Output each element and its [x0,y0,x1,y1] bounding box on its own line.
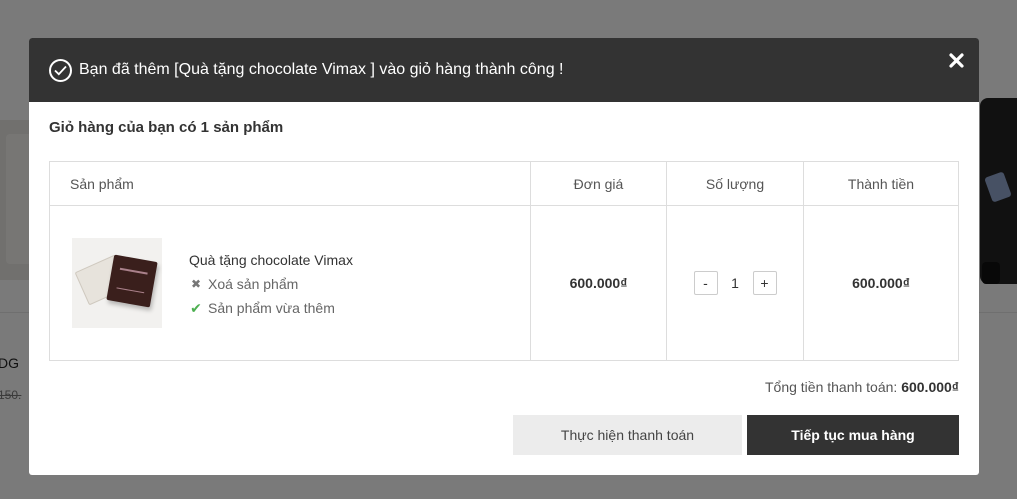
modal-header: Bạn đã thêm [Quà tặng chocolate Vimax ] … [29,38,979,102]
quantity-cell: - + [666,206,803,360]
checkout-button[interactable]: Thực hiện thanh toán [513,415,742,455]
quantity-stepper: - + [693,271,777,295]
column-header-line-total: Thành tiền [803,162,958,205]
column-header-quantity: Số lượng [666,162,803,205]
close-icon[interactable] [947,51,965,69]
modal-title: Bạn đã thêm [Quà tặng chocolate Vimax ] … [79,61,564,78]
line-total: 600.000₫ [803,206,958,360]
quantity-increase-button[interactable]: + [752,271,777,295]
product-name-link[interactable]: Quà tặng chocolate Vimax [189,252,353,268]
cart-count-heading: Giỏ hàng của bạn có 1 sản phẩm [49,119,284,136]
product-cell: Quà tặng chocolate Vimax ✖ Xoá sản phẩm … [50,206,530,360]
x-icon: ✖ [190,276,202,291]
table-header-row: Sản phẩm Đơn giá Số lượng Thành tiền [50,162,958,206]
cart-table: Sản phẩm Đơn giá Số lượng Thành tiền Quà… [49,161,959,361]
remove-item-button[interactable]: ✖ Xoá sản phẩm [189,276,353,292]
thumbnail-chocolate-box [106,254,158,308]
cart-modal: Bạn đã thêm [Quà tặng chocolate Vimax ] … [29,38,979,475]
quantity-input[interactable] [717,271,753,295]
total-value: 600.000₫ [901,379,959,395]
column-header-product: Sản phẩm [70,175,134,192]
table-row: Quà tặng chocolate Vimax ✖ Xoá sản phẩm … [50,206,958,360]
remove-item-label: Xoá sản phẩm [208,275,299,292]
order-total: Tổng tiền thanh toán: 600.000₫ [765,379,959,395]
total-label: Tổng tiền thanh toán: [764,379,898,395]
added-label: Sản phẩm vừa thêm [208,300,335,316]
column-header-unit-price: Đơn giá [530,162,666,205]
added-indicator: ✔ Sản phẩm vừa thêm [189,300,353,317]
unit-price: 600.000₫ [530,206,666,360]
quantity-decrease-button[interactable]: - [693,271,718,295]
product-info: Quà tặng chocolate Vimax ✖ Xoá sản phẩm … [189,250,353,317]
continue-shopping-button[interactable]: Tiếp tục mua hàng [747,415,959,455]
check-circle-icon [49,58,72,82]
check-icon: ✔ [190,299,202,316]
product-thumbnail[interactable] [72,238,162,328]
